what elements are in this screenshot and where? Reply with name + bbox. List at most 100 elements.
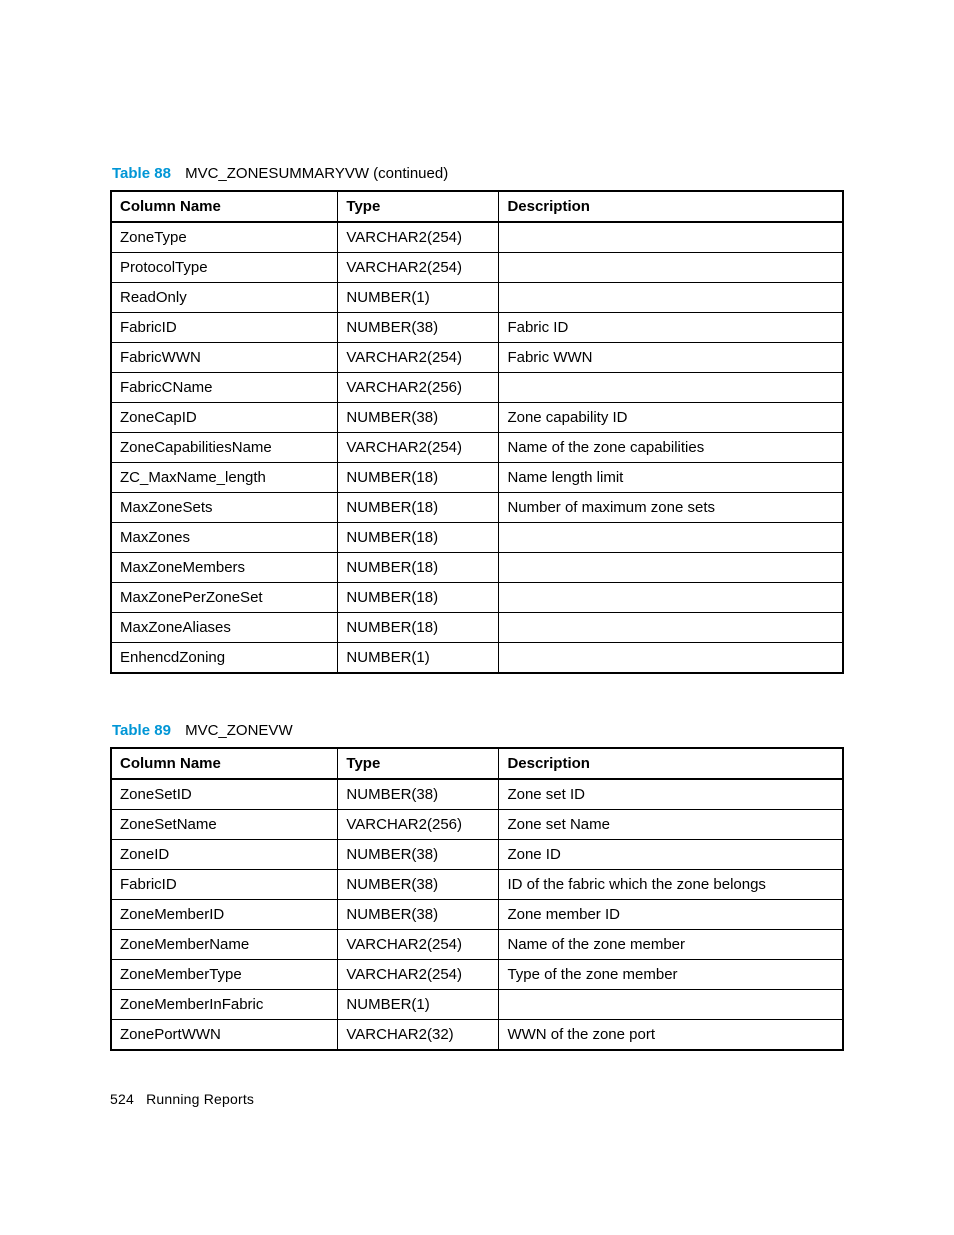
table-cell: VARCHAR2(32): [338, 1020, 499, 1051]
table-cell: ID of the fabric which the zone belongs: [499, 870, 843, 900]
table-cell: [499, 253, 843, 283]
table-cell: EnhencdZoning: [111, 643, 338, 674]
table-cell: [499, 990, 843, 1020]
table-cell: [499, 613, 843, 643]
table-cell: Fabric WWN: [499, 343, 843, 373]
table-row: ZoneCapIDNUMBER(38)Zone capability ID: [111, 403, 843, 433]
table-cell: NUMBER(38): [338, 840, 499, 870]
table-cell: [499, 643, 843, 674]
table-cell: ZoneMemberInFabric: [111, 990, 338, 1020]
table-cell: ZonePortWWN: [111, 1020, 338, 1051]
table-cell: [499, 523, 843, 553]
table-cell: ZC_MaxName_length: [111, 463, 338, 493]
table-cell: ZoneSetName: [111, 810, 338, 840]
table-cell: VARCHAR2(254): [338, 433, 499, 463]
table-header-row: Column Name Type Description: [111, 191, 843, 222]
table-row: MaxZoneAliasesNUMBER(18): [111, 613, 843, 643]
table-cell: MaxZonePerZoneSet: [111, 583, 338, 613]
table-cell: WWN of the zone port: [499, 1020, 843, 1051]
table-cell: NUMBER(18): [338, 463, 499, 493]
page-footer: 524 Running Reports: [110, 1091, 844, 1107]
table-cell: ZoneCapID: [111, 403, 338, 433]
table-cell: MaxZones: [111, 523, 338, 553]
col-header-name: Column Name: [111, 191, 338, 222]
table-88-name: MVC_ZONESUMMARYVW (continued): [185, 165, 448, 182]
table-row: ZoneSetNameVARCHAR2(256)Zone set Name: [111, 810, 843, 840]
table-88-body: ZoneTypeVARCHAR2(254)ProtocolTypeVARCHAR…: [111, 222, 843, 673]
table-cell: Name length limit: [499, 463, 843, 493]
table-row: ZoneMemberIDNUMBER(38)Zone member ID: [111, 900, 843, 930]
table-cell: NUMBER(18): [338, 523, 499, 553]
table-row: EnhencdZoningNUMBER(1): [111, 643, 843, 674]
table-cell: NUMBER(1): [338, 283, 499, 313]
table-cell: VARCHAR2(254): [338, 343, 499, 373]
col-header-type: Type: [338, 748, 499, 779]
table-cell: Zone set Name: [499, 810, 843, 840]
footer-section: Running Reports: [146, 1091, 254, 1107]
table-row: ZoneIDNUMBER(38)Zone ID: [111, 840, 843, 870]
table-cell: Zone capability ID: [499, 403, 843, 433]
table-89: Column Name Type Description ZoneSetIDNU…: [110, 747, 844, 1051]
table-cell: [499, 553, 843, 583]
table-cell: [499, 373, 843, 403]
table-cell: NUMBER(38): [338, 313, 499, 343]
table-header-row: Column Name Type Description: [111, 748, 843, 779]
table-row: FabricWWNVARCHAR2(254)Fabric WWN: [111, 343, 843, 373]
page-number: 524: [110, 1091, 134, 1107]
table-cell: VARCHAR2(254): [338, 253, 499, 283]
table-cell: VARCHAR2(254): [338, 222, 499, 253]
table-row: ZonePortWWNVARCHAR2(32)WWN of the zone p…: [111, 1020, 843, 1051]
col-header-name: Column Name: [111, 748, 338, 779]
table-cell: [499, 222, 843, 253]
table-row: ZoneMemberInFabricNUMBER(1): [111, 990, 843, 1020]
table-row: ZoneCapabilitiesNameVARCHAR2(254)Name of…: [111, 433, 843, 463]
table-cell: ZoneSetID: [111, 779, 338, 810]
table-cell: ProtocolType: [111, 253, 338, 283]
table-row: ZoneTypeVARCHAR2(254): [111, 222, 843, 253]
table-cell: ZoneMemberType: [111, 960, 338, 990]
table-cell: MaxZoneAliases: [111, 613, 338, 643]
table-cell: FabricID: [111, 313, 338, 343]
table-cell: NUMBER(1): [338, 643, 499, 674]
table-88-label: Table 88: [112, 165, 171, 182]
table-cell: Zone ID: [499, 840, 843, 870]
col-header-desc: Description: [499, 191, 843, 222]
table-cell: [499, 283, 843, 313]
table-row: MaxZoneSetsNUMBER(18)Number of maximum z…: [111, 493, 843, 523]
table-88-title: Table 88 MVC_ZONESUMMARYVW (continued): [112, 165, 844, 182]
table-cell: ZoneMemberID: [111, 900, 338, 930]
table-cell: NUMBER(18): [338, 583, 499, 613]
table-cell: Name of the zone member: [499, 930, 843, 960]
table-cell: VARCHAR2(254): [338, 960, 499, 990]
table-cell: VARCHAR2(256): [338, 810, 499, 840]
table-cell: ZoneID: [111, 840, 338, 870]
table-row: MaxZonePerZoneSetNUMBER(18): [111, 583, 843, 613]
table-cell: NUMBER(38): [338, 403, 499, 433]
table-89-name: MVC_ZONEVW: [185, 722, 293, 739]
table-cell: VARCHAR2(254): [338, 930, 499, 960]
table-row: FabricIDNUMBER(38)Fabric ID: [111, 313, 843, 343]
table-cell: Zone set ID: [499, 779, 843, 810]
table-89-title: Table 89 MVC_ZONEVW: [112, 722, 844, 739]
table-cell: NUMBER(18): [338, 613, 499, 643]
table-cell: ReadOnly: [111, 283, 338, 313]
table-row: FabricIDNUMBER(38)ID of the fabric which…: [111, 870, 843, 900]
table-cell: ZoneMemberName: [111, 930, 338, 960]
table-row: FabricCNameVARCHAR2(256): [111, 373, 843, 403]
table-cell: NUMBER(38): [338, 779, 499, 810]
table-cell: NUMBER(18): [338, 553, 499, 583]
table-row: ReadOnlyNUMBER(1): [111, 283, 843, 313]
table-cell: VARCHAR2(256): [338, 373, 499, 403]
table-cell: [499, 583, 843, 613]
table-cell: Zone member ID: [499, 900, 843, 930]
table-cell: Name of the zone capabilities: [499, 433, 843, 463]
table-cell: FabricCName: [111, 373, 338, 403]
table-cell: NUMBER(38): [338, 900, 499, 930]
table-cell: NUMBER(18): [338, 493, 499, 523]
table-row: ZoneMemberNameVARCHAR2(254)Name of the z…: [111, 930, 843, 960]
table-row: ZoneMemberTypeVARCHAR2(254)Type of the z…: [111, 960, 843, 990]
table-89-label: Table 89: [112, 722, 171, 739]
table-cell: MaxZoneMembers: [111, 553, 338, 583]
table-cell: ZoneCapabilitiesName: [111, 433, 338, 463]
table-row: MaxZonesNUMBER(18): [111, 523, 843, 553]
